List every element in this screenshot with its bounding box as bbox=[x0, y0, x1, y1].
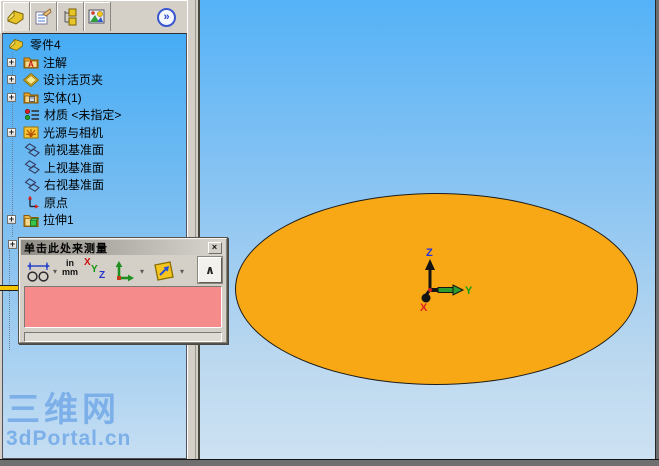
measure-status-bar bbox=[24, 332, 222, 342]
highlighted-sketch-edge bbox=[0, 285, 18, 291]
tree-item-label: 设计活页夹 bbox=[43, 73, 104, 88]
tree-item-design-binder[interactable]: + 设计活页夹 bbox=[3, 71, 186, 89]
expand-plus-icon[interactable]: + bbox=[7, 57, 16, 67]
tree-item-label: 前视基准面 bbox=[44, 143, 105, 158]
annotations-folder-icon: A bbox=[23, 57, 39, 69]
origin-icon bbox=[27, 195, 39, 209]
configurationmanager-icon bbox=[64, 8, 77, 25]
projection-icon[interactable] bbox=[152, 259, 176, 283]
tree-connector-line bbox=[9, 250, 10, 350]
expand-plus-icon[interactable]: + bbox=[7, 215, 16, 225]
tree-item-part-root[interactable]: 零件4 bbox=[3, 36, 186, 54]
coordinate-system-icon[interactable] bbox=[112, 259, 136, 283]
dropdown-arrow-icon[interactable]: ▾ bbox=[180, 267, 184, 276]
tree-item-annotations[interactable]: + A 注解 bbox=[3, 54, 186, 72]
tree-item-top-plane[interactable]: 上视基准面 bbox=[3, 159, 186, 177]
tree-item-label: 材质 <未指定> bbox=[44, 108, 122, 123]
collapse-icon[interactable]: ∧ bbox=[198, 257, 222, 283]
close-icon[interactable]: × bbox=[208, 241, 222, 254]
tree-item-lights-cameras[interactable]: + 光源与相机 bbox=[3, 124, 186, 142]
units-in-mm-icon[interactable]: in mm bbox=[60, 259, 80, 277]
watermark-url-text: 3dPortal.cn bbox=[6, 427, 132, 450]
measure-dialog-title: 单击此处来测量 bbox=[24, 242, 108, 255]
tree-item-material[interactable]: 材质 <未指定> bbox=[3, 106, 186, 124]
tab-propertymanager[interactable] bbox=[30, 2, 57, 31]
tree-item-label: 原点 bbox=[44, 195, 69, 210]
plane-icon bbox=[24, 142, 40, 157]
tree-item-label: 零件4 bbox=[30, 38, 61, 53]
watermark: 三维网 3dPortal.cn bbox=[6, 392, 131, 450]
expand-plus-icon[interactable]: + bbox=[7, 92, 16, 102]
window-right-edge bbox=[655, 0, 659, 459]
plane-icon bbox=[24, 177, 40, 192]
third-party-icon bbox=[88, 9, 105, 23]
tree-item-front-plane[interactable]: 前视基准面 bbox=[3, 141, 186, 159]
tree-item-solid-bodies[interactable]: + 实体(1) bbox=[3, 89, 186, 107]
window-bottom-edge bbox=[0, 459, 659, 466]
expand-plus-icon[interactable]: + bbox=[7, 127, 16, 137]
part-icon bbox=[9, 38, 23, 52]
featuremanager-tree-icon bbox=[7, 9, 24, 25]
expand-plus-icon[interactable]: + bbox=[7, 75, 16, 85]
tree-item-label: 右视基准面 bbox=[44, 178, 105, 193]
lights-cameras-icon bbox=[23, 126, 39, 139]
tree-item-label: 实体(1) bbox=[43, 90, 82, 105]
triad-z-label: Z bbox=[426, 247, 433, 259]
tree-item-extrude1[interactable]: + 拉伸1 bbox=[3, 211, 186, 229]
tree-item-label: 光源与相机 bbox=[43, 125, 104, 140]
material-icon bbox=[24, 108, 39, 120]
measure-toolbar: ▾ in mm X Y Z ▾ ▾ ∧ bbox=[20, 256, 226, 286]
tab-configurationmanager[interactable] bbox=[57, 2, 84, 31]
measure-result-area bbox=[24, 286, 222, 328]
tree-item-label: 上视基准面 bbox=[44, 160, 105, 175]
origin-triad-icon: Z Y X bbox=[420, 247, 473, 314]
triad-x-label: X bbox=[420, 302, 428, 314]
tab-featuremanager-tree[interactable] bbox=[3, 2, 30, 31]
expand-plus-icon[interactable]: + bbox=[8, 240, 17, 249]
propertymanager-icon bbox=[35, 7, 52, 24]
tree-item-label: 注解 bbox=[43, 55, 68, 70]
measure-dialog-titlebar[interactable]: 单击此处来测量 × bbox=[21, 240, 225, 255]
tab-third-party[interactable] bbox=[84, 2, 111, 31]
measure-calipers-icon[interactable] bbox=[26, 260, 52, 283]
graphics-viewport[interactable]: Z Y X bbox=[200, 0, 656, 459]
triad-y-label: Y bbox=[465, 285, 473, 297]
panel-overflow-button[interactable]: » bbox=[157, 8, 176, 27]
xyz-icon[interactable]: X Y Z bbox=[84, 257, 108, 283]
tree-item-right-plane[interactable]: 右视基准面 bbox=[3, 176, 186, 194]
extrude-feature-icon bbox=[23, 214, 39, 227]
solid-bodies-folder-icon bbox=[23, 92, 39, 104]
solidworks-window: Z Y X » 零件4 + A 注解 + 设计活页夹 + 实体(1) 材质 <未… bbox=[0, 0, 659, 466]
dropdown-arrow-icon[interactable]: ▾ bbox=[53, 267, 57, 276]
panel-splitter[interactable] bbox=[187, 0, 200, 459]
measure-dialog: 单击此处来测量 × ▾ in mm X Y Z ▾ ▾ ∧ bbox=[18, 237, 228, 344]
tree-item-origin[interactable]: 原点 bbox=[3, 194, 186, 212]
plane-icon bbox=[24, 160, 40, 175]
dropdown-arrow-icon[interactable]: ▾ bbox=[140, 267, 144, 276]
watermark-logo-text: 三维网 bbox=[6, 391, 120, 429]
svg-text:A: A bbox=[28, 60, 34, 69]
design-binder-icon bbox=[23, 72, 39, 87]
splitter-groove bbox=[195, 0, 196, 459]
tree-item-label: 拉伸1 bbox=[43, 213, 74, 228]
